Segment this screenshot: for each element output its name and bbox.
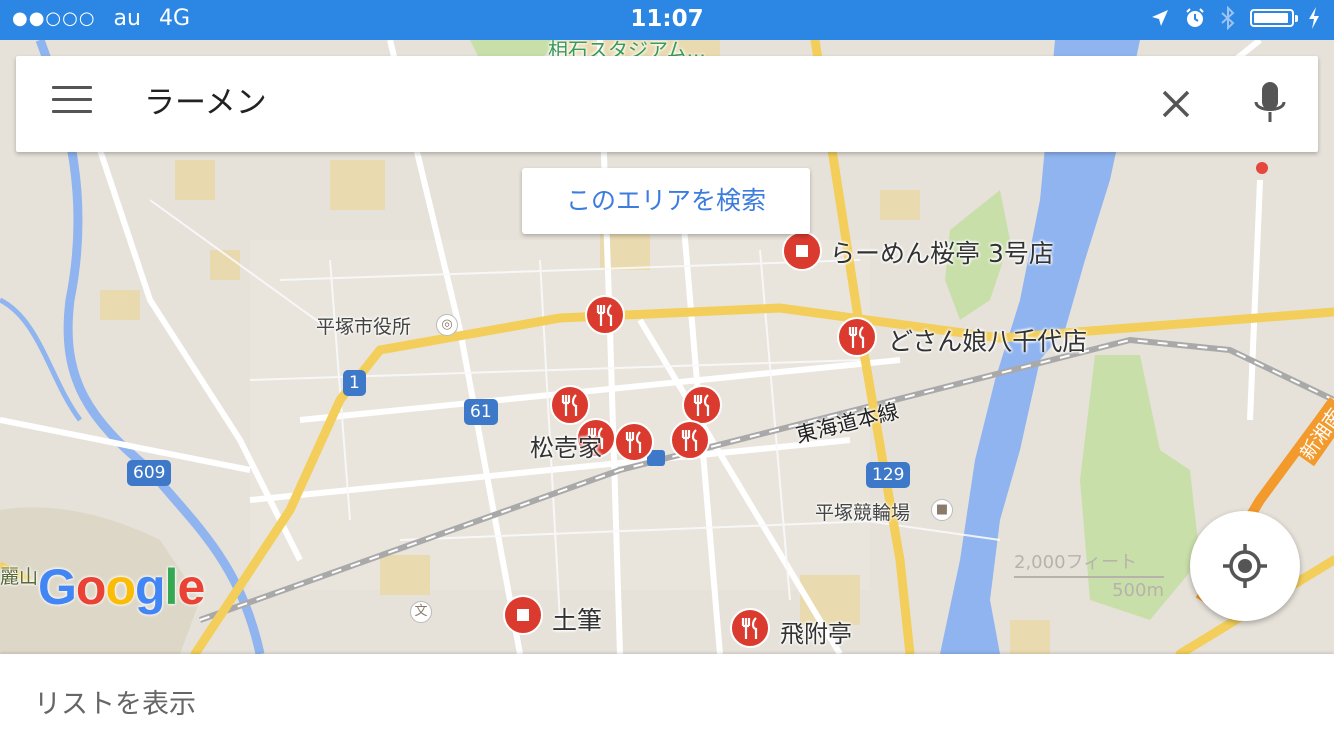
route-shield: 609 <box>127 460 172 486</box>
search-input[interactable]: ラーメン <box>144 78 267 128</box>
square-pin-icon[interactable] <box>503 595 543 635</box>
result-label[interactable]: どさん娘八千代店 <box>888 322 1087 358</box>
restaurant-pin-icon[interactable] <box>585 295 625 335</box>
show-list-button[interactable]: リストを表示 <box>0 654 1334 750</box>
result-label[interactable]: 土筆 <box>552 601 602 637</box>
search-this-area-button[interactable]: このエリアを検索 <box>522 168 810 234</box>
show-list-label: リストを表示 <box>34 689 196 720</box>
google-logo-letter: e <box>177 559 205 615</box>
my-location-icon <box>1223 544 1267 588</box>
google-logo-letter: o <box>105 559 136 615</box>
google-logo-letter: l <box>164 559 179 615</box>
scale-meters: 500m <box>1112 580 1164 601</box>
location-arrow-icon <box>1152 10 1168 26</box>
search-bar: ラーメン <box>16 56 1318 152</box>
google-logo-letter: o <box>75 559 107 615</box>
square-pin-icon[interactable] <box>782 231 822 271</box>
map-scale: 2,000フィート 500m <box>1014 548 1164 601</box>
result-label[interactable]: 飛附亭 <box>780 614 852 649</box>
small-pin-dot <box>1256 162 1268 174</box>
restaurant-pin-icon[interactable] <box>682 385 722 425</box>
scale-feet: 2,000フィート <box>1014 552 1138 573</box>
mountain-label: 麗山 <box>0 566 39 588</box>
bluetooth-icon <box>1221 6 1235 30</box>
restaurant-pin-icon[interactable] <box>837 317 877 357</box>
velodrome-label: 平塚競輪場 <box>815 502 911 524</box>
route-shield: 1 <box>343 370 366 396</box>
battery-icon <box>1250 9 1298 27</box>
hamburger-menu-icon[interactable] <box>52 86 92 122</box>
velodrome-icon: ■ <box>931 499 953 521</box>
my-location-button[interactable] <box>1190 511 1300 621</box>
route-shield: 129 <box>866 462 911 488</box>
school-icon: 文 <box>410 601 432 623</box>
google-logo-letter: g <box>135 559 166 615</box>
restaurant-pin-icon[interactable] <box>670 420 710 460</box>
result-label[interactable]: 松壱家 <box>530 428 602 463</box>
city-hall-label: 平塚市役所 <box>316 316 412 338</box>
landmark-icon: ◎ <box>436 314 458 336</box>
status-bar: ●●○○○ au 4G 11:07 <box>0 0 1334 40</box>
charging-icon <box>1309 7 1319 29</box>
google-logo: Google <box>38 558 205 616</box>
restaurant-pin-icon[interactable] <box>614 422 654 462</box>
google-logo-letter: G <box>38 559 77 615</box>
microphone-icon[interactable] <box>1246 78 1294 130</box>
restaurant-pin-icon[interactable] <box>730 608 770 648</box>
result-label[interactable]: らーめん桜亭 3号店 <box>830 234 1054 270</box>
clock: 11:07 <box>630 6 704 32</box>
close-icon[interactable] <box>1152 80 1200 128</box>
route-shield: 61 <box>464 399 498 425</box>
alarm-icon <box>1186 8 1204 27</box>
